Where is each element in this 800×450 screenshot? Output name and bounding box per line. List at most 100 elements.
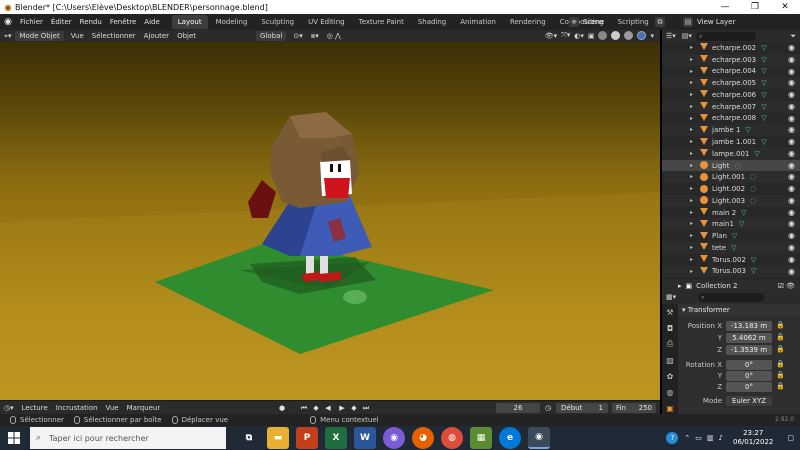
menu-editer[interactable]: Éditer	[47, 14, 76, 30]
menu-vue[interactable]: Vue	[67, 30, 88, 42]
app-icon[interactable]: ◉	[383, 427, 405, 449]
outliner-item[interactable]: ▸ echarpe.006 ▽ ◉	[662, 89, 800, 101]
collection-expand-icon[interactable]: ▸	[678, 282, 682, 290]
rotation-z-lock-icon[interactable]: 🔒	[776, 382, 785, 390]
visibility-eye-icon[interactable]: ◉	[788, 219, 795, 228]
outliner-item[interactable]: ▸ Light ◌ ◉	[662, 159, 800, 172]
visibility-eye-icon[interactable]: ◉	[788, 67, 795, 76]
jump-end-icon[interactable]: ⏭	[362, 403, 370, 413]
shading-options-icon[interactable]: ▾	[650, 32, 654, 40]
current-frame-field[interactable]: 26	[496, 403, 540, 413]
pivot-icon[interactable]: ⊙▾	[289, 30, 306, 42]
outliner-item[interactable]: ▸ echarpe.008 ▽ ◉	[662, 113, 800, 125]
network-icon[interactable]: ▥	[707, 434, 714, 442]
visibility-eye-icon[interactable]: ◉	[788, 43, 795, 52]
visibility-eye-icon[interactable]: ◉	[788, 137, 795, 146]
menu-timeline-vue[interactable]: Vue	[102, 404, 123, 412]
visibility-eye-icon[interactable]: ◉	[788, 184, 795, 193]
menu-aide[interactable]: Aide	[140, 14, 163, 30]
light-data-icon[interactable]: ◌	[750, 173, 756, 181]
collection-eye-icon[interactable]: 👁	[786, 282, 795, 290]
material-shading-icon[interactable]	[624, 31, 634, 40]
expand-icon[interactable]: ▸	[690, 126, 693, 133]
outliner-item[interactable]: ▸ main 2 ▽ ◉	[662, 207, 800, 219]
outliner-item[interactable]: ▸ jambe 1 ▽ ◉	[662, 124, 800, 137]
menu-selectionner[interactable]: Sélectionner	[88, 30, 140, 42]
visibility-eye-icon[interactable]: ◉	[788, 149, 795, 158]
rotation-y-field[interactable]: 0°	[726, 371, 772, 381]
visibility-eye-icon[interactable]: ◉	[788, 243, 795, 252]
visibility-eye-icon[interactable]: ◉	[788, 102, 795, 111]
outliner-search-input[interactable]: ⌕	[695, 31, 756, 41]
outliner-item[interactable]: ▸ Plan ▽ ◉	[662, 230, 800, 242]
expand-icon[interactable]: ▸	[690, 173, 693, 180]
expand-icon[interactable]: ▸	[690, 232, 693, 239]
visibility-eye-icon[interactable]: ◉	[788, 78, 795, 87]
outliner-item[interactable]: ▸ Light.002 ◌ ◉	[662, 183, 800, 195]
edge-icon[interactable]: e	[499, 427, 521, 449]
overlay-icon[interactable]: ◐▾	[574, 32, 584, 40]
mesh-data-icon[interactable]: ▽	[731, 244, 736, 252]
mesh-data-icon[interactable]: ▽	[761, 56, 766, 64]
mesh-data-icon[interactable]: ▽	[761, 91, 766, 99]
outliner-item[interactable]: ▸ echarpe.002 ▽ ◉	[662, 42, 800, 54]
battery-icon[interactable]: ▭	[695, 434, 702, 442]
tab-sculpting[interactable]: Sculpting	[255, 15, 300, 29]
outliner-item[interactable]: ▸ Torus.002 ▽ ◉	[662, 254, 800, 266]
3d-viewport[interactable]	[0, 42, 660, 400]
rotation-x-lock-icon[interactable]: 🔒	[776, 360, 785, 368]
mesh-data-icon[interactable]: ▽	[761, 67, 766, 75]
outliner-item[interactable]: ▸ echarpe.005 ▽ ◉	[662, 77, 800, 90]
tab-rendering[interactable]: Rendering	[504, 15, 552, 29]
visibility-icon[interactable]: 👁▾	[545, 32, 557, 40]
timeline-editor-icon[interactable]: ◷▾	[0, 404, 18, 412]
visibility-eye-icon[interactable]: ◉	[788, 231, 795, 240]
tool-tab-icon[interactable]: ⚒	[662, 304, 678, 320]
expand-icon[interactable]: ▸	[690, 220, 693, 227]
taskbar-clock[interactable]: 23:27 06/01/2022	[733, 429, 773, 447]
menu-rendu[interactable]: Rendu	[76, 14, 106, 30]
light-data-icon[interactable]: ◌	[734, 162, 740, 170]
help-icon[interactable]: ?	[666, 432, 679, 444]
xray-icon[interactable]: ▣	[588, 32, 595, 40]
menu-ajouter[interactable]: Ajouter	[140, 30, 173, 42]
tab-uv-editing[interactable]: UV Editing	[302, 15, 351, 29]
tab-texture-paint[interactable]: Texture Paint	[353, 15, 410, 29]
menu-fenetre[interactable]: Fenêtre	[106, 14, 140, 30]
powerpoint-icon[interactable]: P	[296, 427, 318, 449]
tab-animation[interactable]: Animation	[454, 15, 502, 29]
menu-marqueur[interactable]: Marqueur	[123, 404, 165, 412]
orientation-dropdown[interactable]: Global	[256, 31, 287, 41]
menu-objet[interactable]: Objet	[173, 30, 200, 42]
start-frame-field[interactable]: Début 1	[556, 403, 608, 413]
snap-icon[interactable]: ⧈▾	[307, 30, 323, 42]
taskbar-search-box[interactable]: ⌕ Taper ici pour rechercher	[30, 427, 226, 449]
expand-icon[interactable]: ▸	[690, 268, 693, 275]
expand-icon[interactable]: ▸	[690, 185, 693, 192]
light-data-icon[interactable]: ◌	[750, 185, 756, 193]
expand-icon[interactable]: ▸	[690, 91, 693, 98]
maximize-button[interactable]: ❐	[740, 0, 770, 14]
expand-icon[interactable]: ▸	[690, 138, 693, 145]
outliner-editor-icon[interactable]: ☰▾	[662, 32, 680, 40]
tab-shading[interactable]: Shading	[412, 15, 452, 29]
outliner-filter-icon[interactable]: ⏷	[790, 32, 800, 41]
tab-modeling[interactable]: Modeling	[210, 15, 254, 29]
expand-icon[interactable]: ▸	[690, 56, 693, 63]
mode-dropdown[interactable]: Mode Objet	[15, 31, 64, 41]
view-layer-tab-icon[interactable]: ▧	[662, 352, 678, 368]
record-icon[interactable]: ●	[278, 403, 286, 413]
minimize-button[interactable]: —	[710, 0, 740, 14]
blender-taskbar-icon[interactable]: ◉	[528, 427, 550, 449]
mesh-data-icon[interactable]: ▽	[761, 79, 766, 87]
editor-type-icon[interactable]: ⌖▾	[0, 30, 15, 42]
visibility-eye-icon[interactable]: ◉	[788, 208, 795, 217]
expand-icon[interactable]: ▸	[690, 162, 693, 169]
mesh-data-icon[interactable]: ▽	[751, 256, 756, 264]
gizmo-icon[interactable]: ⤧▾	[561, 31, 570, 40]
word-icon[interactable]: W	[354, 427, 376, 449]
outliner-item[interactable]: ▸ echarpe.003 ▽ ◉	[662, 53, 800, 66]
next-keyframe-icon[interactable]: ◆	[350, 403, 358, 413]
rendered-shading-icon[interactable]	[637, 31, 647, 40]
visibility-eye-icon[interactable]: ◉	[788, 267, 795, 276]
